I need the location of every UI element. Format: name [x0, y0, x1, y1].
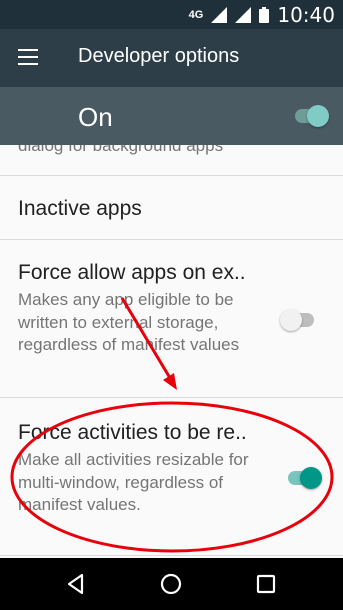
hamburger-menu-icon[interactable]	[18, 49, 40, 67]
status-bar: 4G 10:40	[0, 0, 343, 29]
inactive-apps-title: Inactive apps	[18, 197, 142, 220]
divider	[0, 239, 343, 240]
master-switch-toggle[interactable]	[293, 103, 329, 129]
force-resizable-summary: Make all activities resizable for multi-…	[18, 450, 249, 514]
clock: 10:40	[277, 2, 335, 27]
force-external-summary: Makes any app eligible to be written to …	[18, 290, 240, 354]
force-external-title: Force allow apps on ex..	[18, 261, 246, 284]
force-external-toggle[interactable]	[280, 307, 316, 333]
recents-icon[interactable]	[254, 572, 278, 596]
network-type: 4G	[188, 8, 204, 21]
partial-summary-text: dialog for background apps	[18, 145, 224, 155]
app-bar: Developer options	[0, 29, 343, 87]
master-switch-bar[interactable]: On	[0, 87, 343, 145]
divider	[0, 397, 343, 398]
home-icon[interactable]	[159, 572, 183, 596]
battery-icon	[259, 6, 270, 23]
force-resizable-toggle[interactable]	[286, 465, 322, 491]
page-title: Developer options	[78, 45, 240, 67]
navigation-bar	[0, 558, 343, 610]
signal-icon	[211, 6, 228, 23]
settings-list[interactable]: dialog for background apps Inactive apps…	[0, 145, 343, 558]
force-resizable-title: Force activities to be re..	[18, 421, 247, 444]
back-icon[interactable]	[64, 572, 88, 596]
divider	[0, 555, 343, 556]
master-switch-label: On	[78, 102, 113, 132]
divider	[0, 175, 343, 176]
signal-icon-2	[235, 6, 252, 23]
